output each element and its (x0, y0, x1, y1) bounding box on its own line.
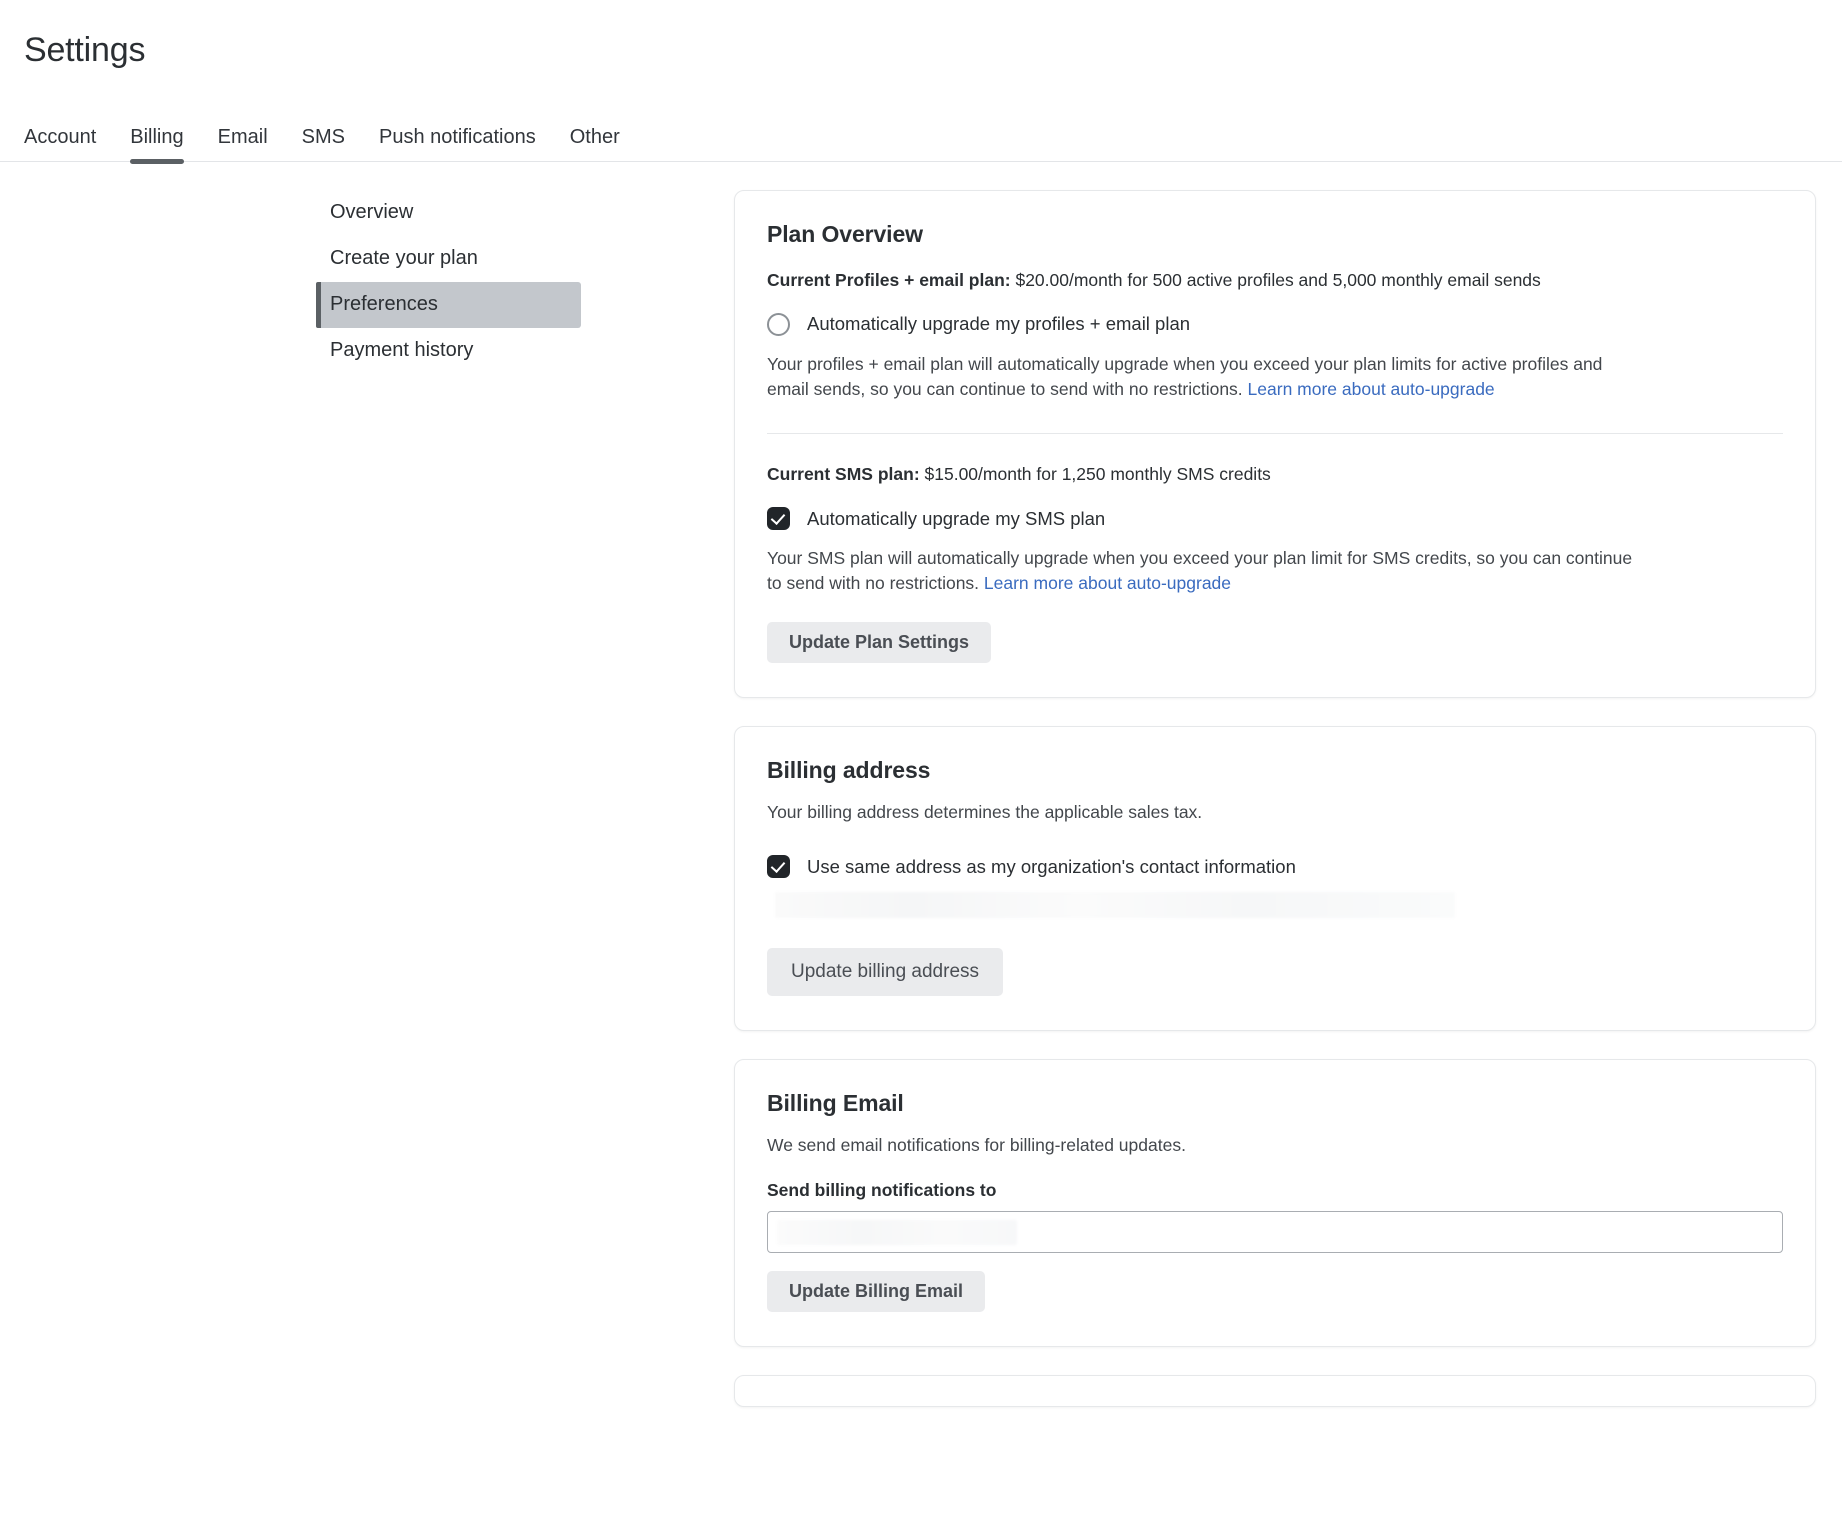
tab-email[interactable]: Email (201, 127, 285, 161)
email-auto-upgrade-checkbox[interactable] (767, 313, 790, 336)
plan-overview-card: Plan Overview Current Profiles + email p… (734, 190, 1816, 698)
tab-label: Other (570, 126, 620, 148)
sidebar-item-overview[interactable]: Overview (316, 190, 581, 236)
email-auto-upgrade-label[interactable]: Automatically upgrade my profiles + emai… (807, 313, 1190, 335)
billing-email-input-wrap (767, 1211, 1783, 1253)
billing-sub-nav: Overview Create your plan Preferences Pa… (0, 190, 734, 374)
sms-learn-more-link[interactable]: Learn more about auto-upgrade (984, 573, 1231, 593)
tab-active-underline (130, 159, 183, 164)
billing-address-description: Your billing address determines the appl… (767, 800, 1647, 825)
billing-email-description: We send email notifications for billing-… (767, 1133, 1647, 1158)
sidebar-item-label: Create your plan (330, 247, 478, 270)
sidebar-item-preferences[interactable]: Preferences (316, 282, 581, 328)
sidebar-item-create-your-plan[interactable]: Create your plan (316, 236, 581, 282)
page-header: Settings (0, 0, 1842, 71)
sms-auto-upgrade-row[interactable]: Automatically upgrade my SMS plan (767, 507, 1783, 530)
sidebar-item-label: Overview (330, 201, 413, 224)
tab-account[interactable]: Account (24, 127, 113, 161)
billing-address-card: Billing address Your billing address det… (734, 726, 1816, 1031)
tab-label: Push notifications (379, 126, 536, 148)
current-sms-plan-value: $15.00/month for 1,250 monthly SMS credi… (920, 464, 1271, 484)
sms-auto-upgrade-label[interactable]: Automatically upgrade my SMS plan (807, 508, 1105, 530)
billing-address-value-redacted (775, 892, 1455, 918)
email-learn-more-link[interactable]: Learn more about auto-upgrade (1248, 379, 1495, 399)
email-auto-upgrade-row[interactable]: Automatically upgrade my profiles + emai… (767, 313, 1783, 336)
tab-push-notifications[interactable]: Push notifications (362, 127, 553, 161)
current-sms-plan-prefix: Current SMS plan: (767, 464, 920, 484)
current-email-plan-line: Current Profiles + email plan: $20.00/mo… (767, 270, 1783, 291)
update-plan-settings-button[interactable]: Update Plan Settings (767, 622, 991, 663)
same-address-checkbox[interactable] (767, 855, 790, 878)
tab-label: Account (24, 126, 96, 148)
current-sms-plan-line: Current SMS plan: $15.00/month for 1,250… (767, 464, 1783, 485)
billing-email-card: Billing Email We send email notification… (734, 1059, 1816, 1347)
page-title: Settings (24, 30, 1842, 71)
billing-address-title: Billing address (767, 757, 1783, 784)
email-auto-upgrade-help: Your profiles + email plan will automati… (767, 352, 1647, 402)
update-billing-address-button[interactable]: Update billing address (767, 948, 1003, 996)
send-billing-notifications-label: Send billing notifications to (767, 1180, 1783, 1201)
sms-auto-upgrade-checkbox[interactable] (767, 507, 790, 530)
tab-label: Email (218, 126, 268, 148)
tab-sms[interactable]: SMS (285, 127, 362, 161)
plan-overview-title: Plan Overview (767, 221, 1783, 248)
billing-email-title: Billing Email (767, 1090, 1783, 1117)
sidebar-item-payment-history[interactable]: Payment history (316, 328, 581, 374)
same-address-label[interactable]: Use same address as my organization's co… (807, 856, 1296, 878)
sidebar-item-label: Preferences (330, 293, 438, 316)
current-email-plan-prefix: Current Profiles + email plan: (767, 270, 1011, 290)
tab-other[interactable]: Other (553, 127, 637, 161)
billing-email-input[interactable] (767, 1211, 1783, 1253)
tab-billing[interactable]: Billing (113, 127, 200, 161)
same-address-row[interactable]: Use same address as my organization's co… (767, 855, 1783, 878)
next-card-partial (734, 1375, 1816, 1407)
update-billing-email-button[interactable]: Update Billing Email (767, 1271, 985, 1312)
main-content: Plan Overview Current Profiles + email p… (734, 190, 1842, 1407)
tab-label: SMS (302, 126, 345, 148)
plan-divider (767, 433, 1783, 434)
sms-auto-upgrade-help: Your SMS plan will automatically upgrade… (767, 546, 1647, 596)
sidebar-item-label: Payment history (330, 339, 473, 362)
settings-tabbar: Account Billing Email SMS Push notificat… (0, 109, 1842, 162)
current-email-plan-value: $20.00/month for 500 active profiles and… (1011, 270, 1541, 290)
tab-label: Billing (130, 126, 183, 148)
settings-body: Overview Create your plan Preferences Pa… (0, 162, 1842, 1407)
